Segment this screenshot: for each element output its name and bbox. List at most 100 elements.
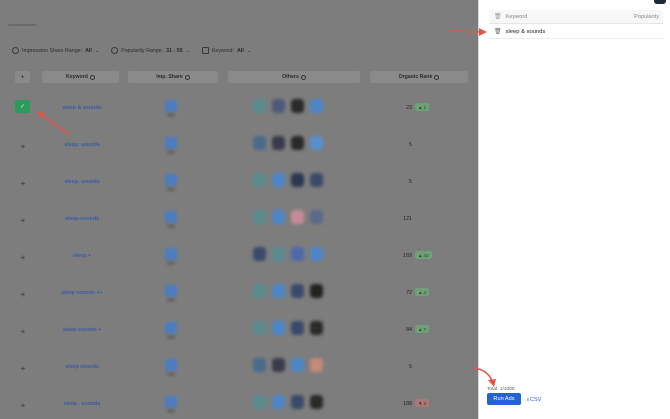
keyword-link[interactable]: sleep & sounds: [42, 105, 122, 111]
csv-download-link[interactable]: ⭳ CSV: [527, 395, 541, 405]
competitor-icons-blurred: [253, 395, 323, 409]
keyword-link[interactable]: sleep sounds ++: [42, 290, 122, 296]
add-keyword-button[interactable]: +: [17, 399, 29, 411]
add-keyword-button[interactable]: +: [17, 251, 29, 263]
info-icon: [184, 74, 190, 80]
keyword-link[interactable]: sleep. sounds: [42, 179, 122, 185]
table-row: + sleep. sounds 5: [0, 165, 478, 201]
rank-change-badge: ▲ 1: [415, 103, 430, 111]
add-all-button[interactable]: +: [15, 71, 30, 83]
filter-label: Popularity Range:: [121, 47, 164, 54]
app-icon: [291, 99, 304, 113]
info-icon: [434, 74, 440, 80]
app-icon: [272, 173, 285, 187]
rank-change-badge: ▲ 4: [415, 288, 430, 296]
app-icon: [310, 284, 323, 298]
competitor-icons-blurred: [253, 210, 323, 224]
keyword-link[interactable]: sleep sounds +: [42, 327, 122, 333]
table-row: ✓ sleep & sounds 23 ▲ 1: [0, 91, 478, 127]
app-icon: [253, 321, 266, 335]
impression-share-filter[interactable]: Impression Share Range: All ⌄: [12, 47, 99, 54]
popularity-range-filter[interactable]: Popularity Range: 31 - 55 ⌄: [111, 47, 190, 54]
arrow-up-icon: ▲: [418, 289, 423, 295]
table-row: + sleep . sounds 188 ▼ 3: [0, 387, 478, 419]
app-icon: [310, 136, 323, 150]
column-label: Others: [282, 74, 299, 80]
close-drawer-button[interactable]: [654, 0, 666, 4]
imp-share-value-blurred: [167, 224, 175, 228]
keyword-link[interactable]: sleep . sounds: [42, 401, 122, 407]
table-row: + sleep-sounds 121: [0, 202, 478, 238]
add-keyword-button[interactable]: +: [17, 177, 29, 189]
imp-share-value-blurred: [167, 150, 175, 154]
keyword-link[interactable]: sleep-sounds: [42, 216, 122, 222]
column-imp-share[interactable]: Imp. Share: [128, 71, 218, 83]
imp-share-value-blurred: [167, 409, 175, 413]
share-icon: [12, 47, 19, 54]
column-organic-rank[interactable]: Organic Rank: [370, 71, 468, 83]
rank-change-value: 7: [423, 326, 427, 332]
trash-icon[interactable]: 🗑: [494, 28, 502, 35]
filter-label: Keyword:: [211, 47, 234, 54]
trash-icon[interactable]: 🗑: [494, 13, 502, 20]
app-icon: [272, 358, 285, 372]
column-keyword[interactable]: Keyword: [42, 71, 119, 83]
arrow-up-icon: ▲: [418, 104, 423, 110]
imp-share-blurred: [165, 285, 177, 297]
total-count: Total: 1/1000: [487, 387, 515, 392]
column-label: Organic Rank: [398, 74, 433, 80]
csv-label: CSV: [529, 397, 542, 403]
keyword-link[interactable]: sleep: sounds: [42, 142, 122, 148]
keyword-filter[interactable]: Keyword: All ⌄: [201, 47, 251, 54]
imp-share-blurred: [165, 322, 177, 334]
app-icon: [272, 99, 285, 113]
column-others[interactable]: Others: [228, 71, 360, 83]
chevron-down-icon: ⌄: [185, 47, 190, 54]
app-icon: [253, 173, 266, 187]
app-icon: [291, 173, 304, 187]
app-icon: [310, 358, 323, 372]
organic-rank: 84: [406, 327, 412, 333]
download-icon: ⭳: [527, 397, 529, 403]
info-icon: [300, 74, 306, 80]
imp-share-value-blurred: [167, 187, 175, 191]
app-icon: [272, 284, 285, 298]
add-keyword-button[interactable]: +: [17, 325, 29, 337]
keyword-link[interactable]: sleep +: [42, 253, 122, 259]
add-keyword-button[interactable]: +: [17, 362, 29, 374]
drawer-keyword-row: 🗑 sleep & sounds: [489, 25, 663, 39]
info-icon: [89, 74, 95, 80]
imp-share-blurred: [165, 211, 177, 223]
table-row: + sleep sounds 5: [0, 350, 478, 386]
table-row: + sleep +169 ▲ 42: [0, 239, 478, 275]
keyword-link[interactable]: sleep sounds: [42, 364, 122, 370]
app-icon: [253, 247, 266, 261]
organic-rank: 169: [403, 253, 412, 259]
add-keyword-button[interactable]: +: [17, 140, 29, 152]
keyword-table-page: Impression Share Range: All ⌄ Popularity…: [0, 0, 478, 419]
app-icon: [291, 284, 304, 298]
app-icon: [253, 284, 266, 298]
imp-share-blurred: [165, 359, 177, 371]
organic-rank: 72: [406, 290, 412, 296]
competitor-icons-blurred: [253, 173, 323, 187]
app-icon: [291, 321, 304, 335]
rank-change-value: 1: [423, 104, 427, 110]
app-icon: [310, 99, 323, 113]
app-icon: [310, 395, 323, 409]
app-icon: [310, 210, 323, 224]
rank-change-badge: ▼ 3: [415, 399, 430, 407]
add-keyword-button[interactable]: +: [17, 288, 29, 300]
imp-share-blurred: [165, 396, 177, 408]
app-icon: [310, 321, 323, 335]
app-icon: [253, 358, 266, 372]
app-icon: [272, 395, 285, 409]
run-ads-button[interactable]: Run Ads: [487, 393, 521, 405]
filter-label: Impression Share Range:: [22, 47, 83, 54]
app-icon: [253, 136, 266, 150]
added-check-button[interactable]: ✓: [15, 100, 30, 113]
competitor-icons-blurred: [253, 321, 323, 335]
table-row: + sleep: sounds 5: [0, 128, 478, 164]
add-keyword-button[interactable]: +: [17, 214, 29, 226]
app-icon: [253, 210, 266, 224]
